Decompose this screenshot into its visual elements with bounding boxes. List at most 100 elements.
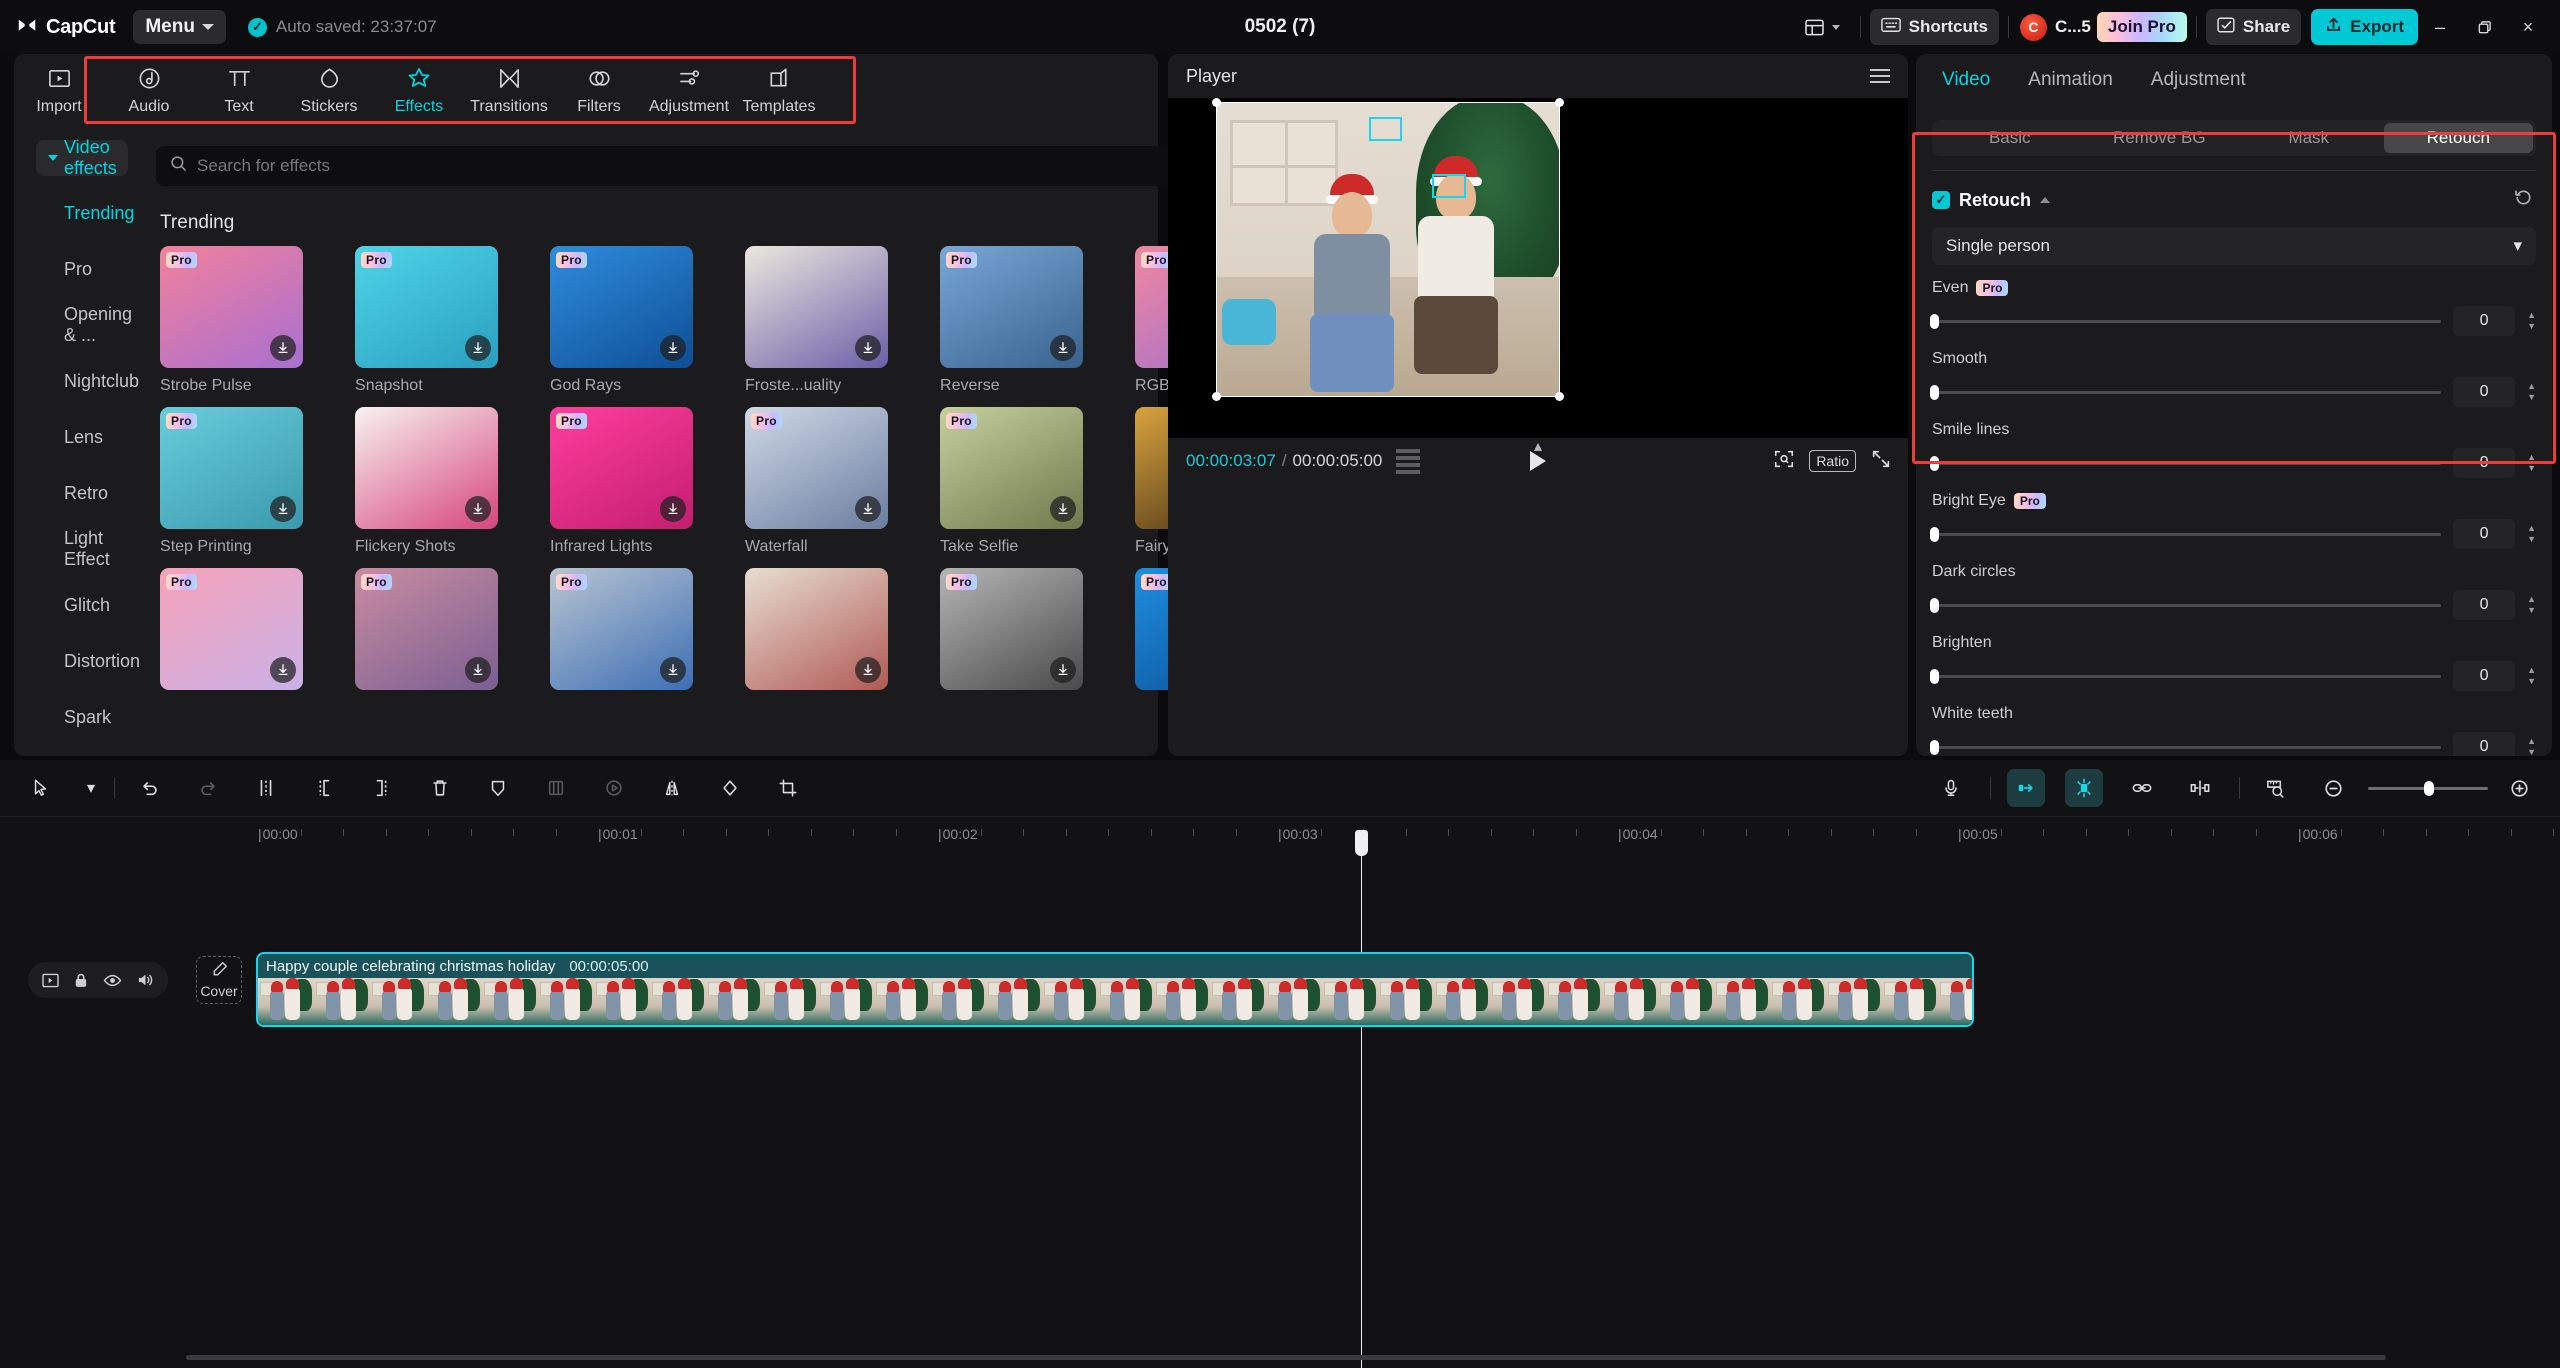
subtab-retouch[interactable]: Retouch	[2383, 123, 2533, 153]
subtab-mask[interactable]: Mask	[2234, 123, 2384, 153]
crop-frame-icon[interactable]	[537, 769, 575, 807]
chevron-down-icon[interactable]: ▾	[80, 769, 102, 807]
slider-value[interactable]: 0	[2453, 519, 2516, 549]
toolbar-item-effects[interactable]: Effects	[374, 56, 464, 124]
fullscreen-icon[interactable]	[1870, 448, 1892, 475]
effect-thumbnail[interactable]: Pro	[160, 407, 304, 529]
download-icon[interactable]	[1050, 496, 1077, 522]
category-glitch[interactable]: Glitch	[14, 578, 140, 632]
selection-box[interactable]	[1212, 98, 1564, 401]
search-bar[interactable]	[156, 146, 1277, 186]
download-icon[interactable]	[270, 496, 297, 522]
auto-cut-icon[interactable]	[2007, 769, 2045, 807]
slider-track[interactable]	[1930, 739, 2442, 755]
effect-thumbnail[interactable]	[745, 568, 889, 690]
menu-button[interactable]: Menu	[133, 10, 226, 44]
zoom-slider[interactable]	[2368, 780, 2488, 796]
category-distortion[interactable]: Distortion	[14, 634, 140, 688]
slider-value[interactable]: 0	[2453, 377, 2516, 407]
join-pro-button[interactable]: Join Pro	[2096, 12, 2187, 42]
effect-card[interactable]: Pro Infrared Lights	[550, 407, 705, 556]
subtab-basic[interactable]: Basic	[1935, 123, 2085, 153]
effect-card[interactable]: Pro	[550, 568, 705, 699]
slider-knob[interactable]	[1930, 668, 1939, 684]
eye-icon[interactable]	[103, 973, 122, 988]
tab-adjustment[interactable]: Adjustment	[2151, 69, 2246, 91]
toolbar-item-adjustment[interactable]: Adjustment	[644, 56, 734, 124]
download-icon[interactable]	[465, 657, 492, 683]
download-icon[interactable]	[855, 657, 882, 683]
stepper-icon[interactable]: ▲ ▼	[2527, 382, 2536, 402]
playhead-handle[interactable]	[1355, 830, 1368, 856]
category-pro[interactable]: Pro	[14, 242, 140, 296]
select-icon[interactable]	[22, 769, 60, 807]
zoom-in-icon[interactable]	[2500, 769, 2538, 807]
link-icon[interactable]	[2123, 769, 2161, 807]
effect-thumbnail[interactable]: Pro	[160, 568, 304, 690]
effect-card[interactable]: Flickery Shots	[355, 407, 510, 556]
effect-thumbnail[interactable]: Pro	[745, 407, 889, 529]
slider-value[interactable]: 0	[2453, 590, 2516, 620]
tab-animation[interactable]: Animation	[2028, 69, 2113, 91]
timeline-clip[interactable]: Happy couple celebrating christmas holid…	[256, 952, 1974, 1027]
toolbar-item-audio[interactable]: Audio	[104, 56, 194, 124]
download-icon[interactable]	[660, 657, 687, 683]
download-icon[interactable]	[660, 335, 687, 361]
shortcuts-button[interactable]: Shortcuts	[1869, 9, 1999, 45]
slider-value[interactable]: 0	[2453, 732, 2516, 756]
category-light-effect[interactable]: Light Effect	[14, 522, 140, 576]
layout-button[interactable]	[1794, 9, 1851, 45]
toolbar-item-text[interactable]: Text	[194, 56, 284, 124]
zoom-out-icon[interactable]	[2314, 769, 2352, 807]
effect-thumbnail[interactable]: Pro	[550, 246, 694, 368]
close-button[interactable]: ×	[2506, 7, 2550, 47]
slider-knob[interactable]	[1930, 313, 1939, 329]
effect-card[interactable]: Pro Waterfall	[745, 407, 900, 556]
effect-thumbnail[interactable]: Pro	[160, 246, 304, 368]
zoom-fit-icon[interactable]	[1773, 448, 1795, 475]
export-button[interactable]: Export	[2311, 9, 2418, 45]
download-icon[interactable]	[855, 496, 882, 522]
ruler-zoom-icon[interactable]	[2256, 769, 2294, 807]
effect-thumbnail[interactable]	[355, 407, 499, 529]
magnet-icon[interactable]	[2065, 769, 2103, 807]
undo-icon[interactable]	[131, 769, 169, 807]
effect-card[interactable]	[745, 568, 900, 699]
trim-right-icon[interactable]	[363, 769, 401, 807]
resize-handle-bl[interactable]	[1212, 392, 1221, 401]
slider-track[interactable]	[1930, 597, 2442, 613]
keyframe-icon[interactable]	[2181, 769, 2219, 807]
hamburger-icon[interactable]	[1870, 69, 1890, 83]
category-root-video-effects[interactable]: Video effects	[36, 137, 129, 178]
effect-card[interactable]: Froste...uality	[745, 246, 900, 395]
effect-card[interactable]: Pro Strobe Pulse	[160, 246, 315, 395]
trim-left-icon[interactable]	[305, 769, 343, 807]
slider-track[interactable]	[1930, 526, 2442, 542]
slider-knob[interactable]	[1930, 455, 1939, 471]
preview-icon[interactable]	[42, 973, 59, 988]
toolbar-item-stickers[interactable]: Stickers	[284, 56, 374, 124]
redo-icon[interactable]	[189, 769, 227, 807]
minimize-button[interactable]: –	[2418, 7, 2462, 47]
slider-value[interactable]: 0	[2453, 661, 2516, 691]
category-retro[interactable]: Retro	[14, 466, 140, 520]
frame-list-icon[interactable]	[1396, 448, 1421, 474]
effect-card[interactable]: Pro Take Selfie	[940, 407, 1095, 556]
effect-thumbnail[interactable]: Pro	[940, 246, 1084, 368]
download-icon[interactable]	[465, 335, 492, 361]
effect-thumbnail[interactable]: Pro	[355, 246, 499, 368]
mirror-icon[interactable]	[653, 769, 691, 807]
volume-icon[interactable]	[136, 972, 154, 988]
category-opening[interactable]: Opening & ...	[14, 298, 140, 352]
effect-card[interactable]: Pro	[355, 568, 510, 699]
effect-thumbnail[interactable]: Pro	[550, 407, 694, 529]
delete-icon[interactable]	[421, 769, 459, 807]
category-trending[interactable]: Trending	[14, 186, 140, 240]
effect-card[interactable]: Pro	[160, 568, 315, 699]
slider-track[interactable]	[1930, 668, 2442, 684]
toolbar-item-filters[interactable]: Filters	[554, 56, 644, 124]
slider-knob[interactable]	[1930, 384, 1939, 400]
download-icon[interactable]	[270, 335, 297, 361]
effect-thumbnail[interactable]	[745, 246, 889, 368]
effect-card[interactable]: Pro God Rays	[550, 246, 705, 395]
